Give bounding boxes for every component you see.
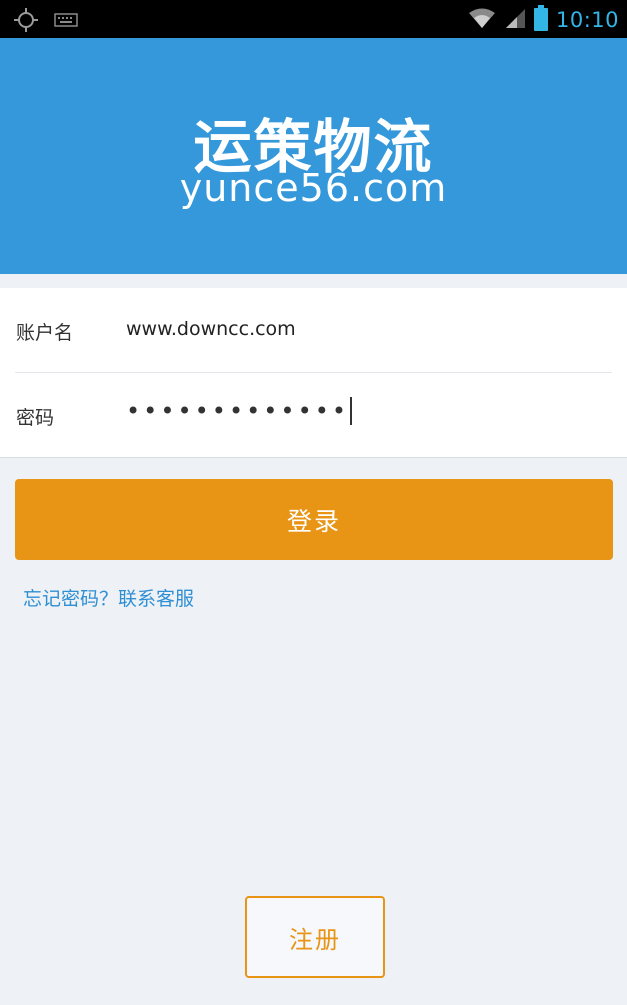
status-left xyxy=(14,8,78,36)
status-bar: 10:10 xyxy=(0,0,627,38)
wifi-icon xyxy=(468,7,496,33)
password-input[interactable]: ••••••••••••• xyxy=(126,397,353,425)
account-row[interactable]: 账户名 www.downcc.com xyxy=(0,288,627,372)
clock: 10:10 xyxy=(555,8,619,32)
account-input[interactable]: www.downcc.com xyxy=(126,318,296,340)
register-button[interactable]: 注册 xyxy=(245,896,385,978)
logo-text-en: yunce56.com xyxy=(179,166,448,210)
account-label: 账户名 xyxy=(16,322,74,344)
password-mask: ••••••••••••• xyxy=(126,397,350,425)
keyboard-icon xyxy=(54,12,78,32)
battery-icon xyxy=(533,5,548,35)
password-row[interactable]: 密码 ••••••••••••• xyxy=(0,373,627,457)
login-button[interactable]: 登录 xyxy=(15,479,613,560)
signal-icon xyxy=(504,7,526,33)
password-label: 密码 xyxy=(16,407,55,429)
login-form: 账户名 www.downcc.com 密码 ••••••••••••• xyxy=(0,288,627,458)
forgot-password-link[interactable]: 忘记密码？联系客服 xyxy=(23,584,194,611)
status-right: 10:10 xyxy=(468,5,619,35)
gps-icon xyxy=(14,8,38,36)
header-banner: 运策物流 yunce56.com xyxy=(0,38,627,274)
text-caret xyxy=(350,397,353,425)
